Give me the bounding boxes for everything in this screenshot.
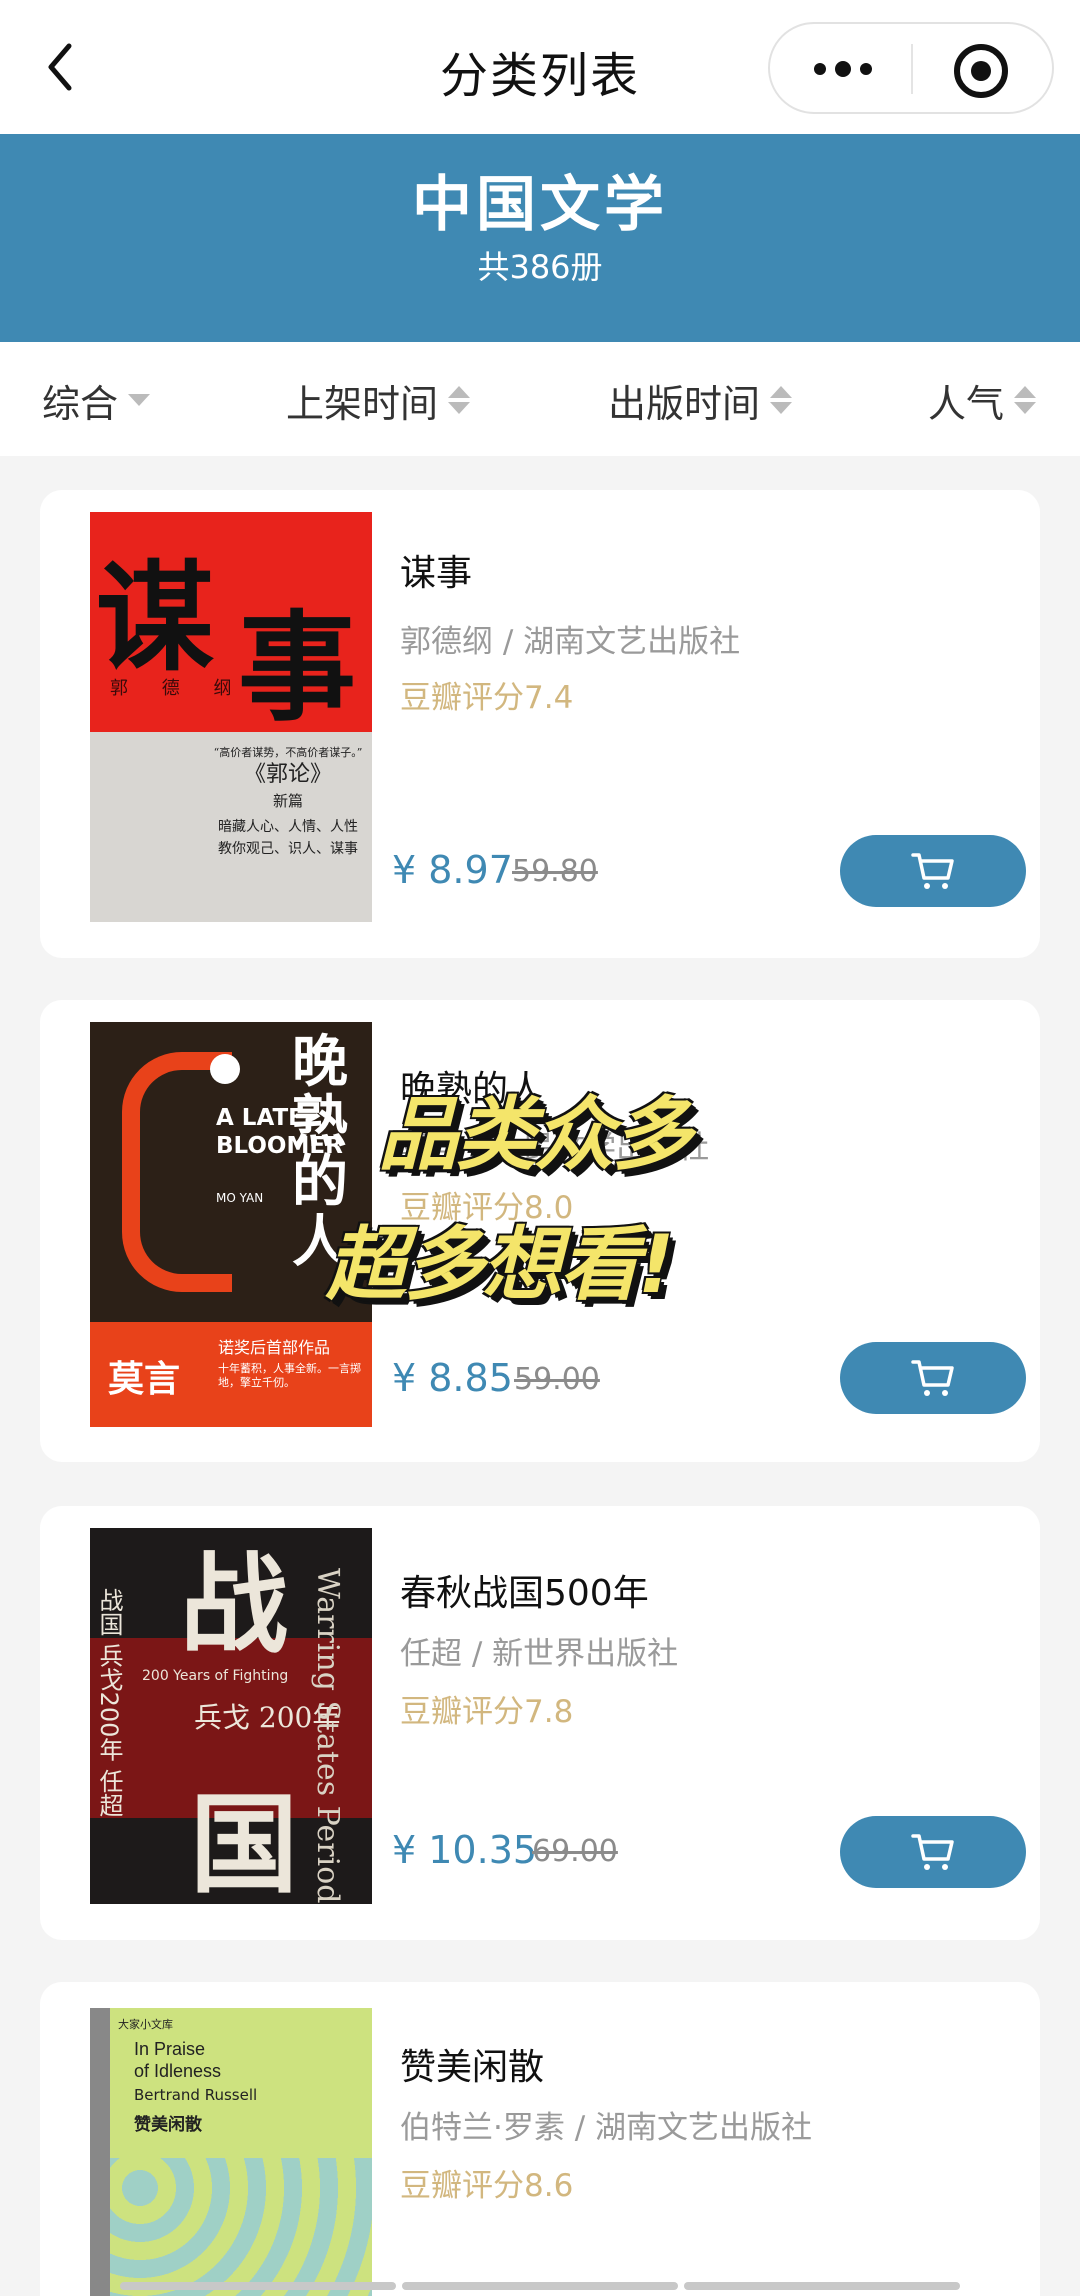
add-to-cart-button[interactable]	[840, 835, 1026, 907]
cover-subtitle: 新篇	[272, 792, 303, 810]
book-price: ¥ 8.85	[392, 1356, 513, 1400]
book-price: ¥ 8.97	[392, 848, 513, 892]
book-title[interactable]: 谋事	[400, 544, 472, 596]
sort-shelf-time[interactable]: 上架时间	[286, 376, 471, 426]
book-card[interactable]: 谋 事 郭 德 纲 “高价者谋势，不高价者谋子。” 《郭论》 新篇 暗藏人心、人…	[40, 490, 1040, 958]
cover-subtitle: 《郭论》	[243, 762, 332, 787]
book-author-publisher: 任超 / 新世界出版社	[400, 1636, 679, 1672]
cover-tag: 十年蓄积，人事全新。一言掷地，擎立千仞。	[218, 1362, 361, 1389]
sort-label: 上架时间	[286, 381, 439, 426]
sort-label: 出版时间	[608, 381, 761, 426]
mini-program-capsule	[768, 22, 1054, 114]
cover-photo-block: “高价者谋势，不高价者谋子。” 《郭论》 新篇 暗藏人心、人情、人性 教你观己、…	[90, 732, 372, 922]
book-title[interactable]: 春秋战国500年	[400, 1564, 649, 1616]
add-to-cart-button[interactable]	[840, 1816, 1026, 1888]
cover-quote: “高价者谋势，不高价者谋子。”	[213, 746, 363, 759]
book-count: 共386册	[477, 248, 603, 286]
cover-dot	[210, 1054, 240, 1084]
book-rating: 豆瓣评分8.6	[400, 2168, 574, 2204]
sort-arrows-icon	[770, 386, 793, 414]
book-original-price: 69.00	[532, 1834, 618, 1869]
caret-down-icon	[128, 394, 151, 406]
book-cover[interactable]: 战 国 200 Years of Fighting 兵戈 200年 Warrin…	[90, 1528, 372, 1904]
cover-char: 战	[180, 1542, 289, 1668]
book-card[interactable]: 大家小文库 In Praise of Idleness Bertrand Rus…	[40, 1982, 1040, 2296]
capsule-divider	[911, 44, 913, 94]
sort-label: 人气	[928, 381, 1005, 426]
target-icon[interactable]	[954, 44, 1008, 98]
cover-char: 事	[238, 598, 357, 737]
sort-label: 综合	[42, 381, 119, 426]
book-price: ¥ 10.35	[392, 1828, 538, 1872]
category-title: 中国文学	[412, 170, 668, 240]
scroll-indicator	[120, 2282, 960, 2290]
book-title[interactable]: 赞美闲散	[400, 2038, 544, 2090]
cover-hook-shape	[122, 1052, 232, 1292]
add-to-cart-button[interactable]	[840, 1342, 1026, 1414]
cover-author: 战国 兵戈200年 任超	[95, 1588, 123, 1818]
sort-publish-time[interactable]: 出版时间	[608, 376, 793, 426]
sort-popularity[interactable]: 人气	[928, 376, 1037, 426]
cover-spine-strip	[90, 2008, 110, 2296]
book-card[interactable]: 战 国 200 Years of Fighting 兵戈 200年 Warrin…	[40, 1506, 1040, 1940]
cover-cn-title: 赞美闲散	[134, 2115, 202, 2135]
cover-char: 国	[190, 1782, 299, 1904]
cover-en-author: Bertrand Russell	[134, 2086, 258, 2104]
book-rating: 豆瓣评分7.8	[400, 1694, 574, 1730]
cover-char: 谋	[96, 548, 215, 687]
book-author-publisher: 郭德纲 / 湖南文艺出版社	[400, 624, 741, 660]
cover-series: 大家小文库	[118, 2018, 173, 2031]
cover-en-title: of Idleness	[134, 2061, 222, 2081]
promo-line-1: 品类众多	[378, 1088, 692, 1181]
cover-author: 莫言	[108, 1359, 181, 1400]
cover-text: 暗藏人心、人情、人性	[218, 819, 358, 835]
cover-en-subtitle: 200 Years of Fighting	[142, 1668, 289, 1684]
cover-red-block: 谋 事 郭 德 纲	[90, 512, 372, 737]
book-cover[interactable]: 大家小文库 In Praise of Idleness Bertrand Rus…	[90, 2008, 372, 2296]
sort-bar: 综合 上架时间 出版时间 人气	[0, 342, 1080, 456]
cover-en-title: In Praise	[134, 2039, 206, 2059]
nav-bar: 分类列表	[0, 0, 1080, 134]
book-original-price: 59.00	[514, 1362, 600, 1397]
more-dots-icon[interactable]	[808, 46, 878, 92]
book-author-publisher: 伯特兰·罗素 / 湖南文艺出版社	[400, 2110, 813, 2146]
cover-tag: 诺奖后首部作品	[218, 1338, 331, 1357]
cover-en-author: MO YAN	[216, 1191, 264, 1205]
book-rating: 豆瓣评分7.4	[400, 680, 574, 716]
cart-icon	[911, 853, 954, 889]
cover-side-title: Warring States Period	[310, 1568, 345, 1904]
sort-arrows-icon	[448, 386, 471, 414]
sort-arrows-icon	[1014, 386, 1037, 414]
cover-author: 郭 德 纲	[110, 678, 246, 699]
promo-line-2: 超多想看!	[326, 1218, 674, 1311]
category-banner: 中国文学 共386册	[0, 134, 1080, 342]
cover-en-title: A LATE BLOOMER	[216, 1105, 343, 1159]
book-original-price: 59.80	[512, 854, 598, 889]
cover-text: 教你观己、识人、谋事	[218, 841, 358, 857]
cart-icon	[911, 1360, 954, 1396]
cart-icon	[911, 1834, 954, 1870]
sort-comprehensive[interactable]: 综合	[42, 376, 151, 426]
cover-pattern	[110, 2158, 372, 2296]
book-cover[interactable]: 谋 事 郭 德 纲 “高价者谋势，不高价者谋子。” 《郭论》 新篇 暗藏人心、人…	[90, 512, 372, 922]
